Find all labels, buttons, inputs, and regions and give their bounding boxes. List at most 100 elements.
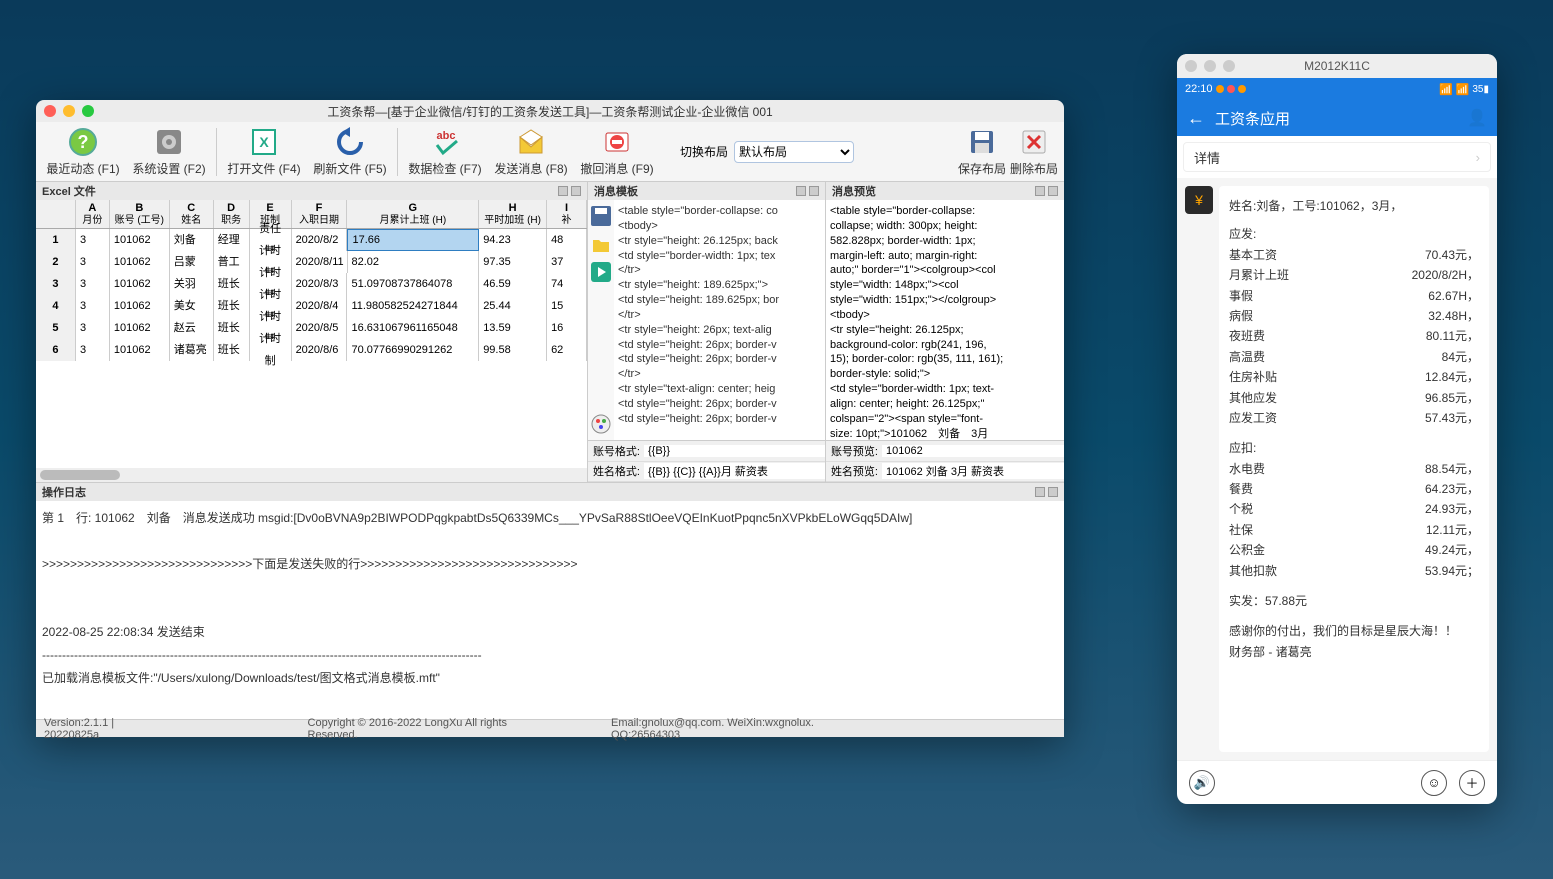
titlebar: 工资条帮—[基于企业微信/钉钉的工资条发送工具]—工资条帮测试企业-企业微信 0… [36, 100, 1064, 122]
column-header[interactable]: G月累计上班 (H) [347, 200, 479, 228]
panel-close-icon[interactable] [571, 186, 581, 196]
payslip-row: 高温费84元， [1229, 347, 1479, 367]
log-title: 操作日志 [42, 484, 86, 500]
payslip-row: 住房补贴12.84元， [1229, 367, 1479, 387]
help-icon: ? [67, 126, 99, 158]
name-preview: 101062 刘备 3月 薪资表 [882, 463, 1064, 479]
refresh-icon [334, 126, 366, 158]
refresh-button[interactable]: 刷新文件 (F5) [307, 123, 393, 181]
column-header[interactable]: D职务 [214, 200, 250, 228]
detail-bar[interactable]: 详情 › [1183, 142, 1491, 172]
status-bar: Version:2.1.1 | 20220825a Copyright © 20… [36, 719, 1064, 737]
contact-text: Email:gnolux@qq.com. WeiXin:wxgnolux. QQ… [611, 717, 876, 741]
payslip-row: 其他应发96.85元， [1229, 388, 1479, 408]
recent-button[interactable]: ? 最近动态 (F1) [40, 123, 126, 181]
save-layout-button[interactable]: 保存布局 [956, 123, 1008, 181]
payslip-row: 水电费88.54元， [1229, 459, 1479, 479]
svg-text:?: ? [78, 132, 89, 152]
template-panel: 消息模板 <table style="border-collapse: co <… [588, 182, 826, 482]
open-tmpl-icon[interactable] [591, 234, 611, 254]
delete-layout-icon [1018, 126, 1050, 158]
signal-icon: 📶 [1439, 83, 1453, 96]
excel-panel: Excel 文件 A月份B账号 (工号)C姓名D职务E班制F入职日期G月累计上班… [36, 182, 588, 482]
column-header[interactable]: H平时加班 (H) [479, 200, 547, 228]
payslip-row: 其他扣款53.94元； [1229, 561, 1479, 581]
template-title: 消息模板 [594, 183, 638, 199]
avatar: ¥ [1185, 186, 1213, 214]
open-file-button[interactable]: X 打开文件 (F4) [221, 123, 307, 181]
send-button[interactable]: 发送消息 (F8) [488, 123, 574, 181]
column-header[interactable]: F入职日期 [292, 200, 348, 228]
delete-layout-button[interactable]: 删除布局 [1008, 123, 1060, 181]
window-title: 工资条帮—[基于企业微信/钉钉的工资条发送工具]—工资条帮测试企业-企业微信 0… [36, 103, 1064, 120]
payslip-row: 基本工资70.43元， [1229, 245, 1479, 265]
notif-icon [1238, 85, 1246, 93]
payslip-row: 公积金49.24元， [1229, 540, 1479, 560]
template-source[interactable]: <table style="border-collapse: co <tbody… [614, 200, 825, 440]
layout-select[interactable]: 默认布局 [734, 141, 854, 163]
mail-icon [515, 126, 547, 158]
phone-status-bar: 22:10 📶📶35▮ [1177, 78, 1497, 100]
phone-app-title: 工资条应用 [1215, 108, 1457, 129]
column-header[interactable]: I补 [547, 200, 587, 228]
column-header[interactable]: C姓名 [170, 200, 214, 228]
abc-check-icon: abc [429, 126, 461, 158]
notif-icon [1227, 85, 1235, 93]
payslip-row: 病假32.48H， [1229, 306, 1479, 326]
svg-text:X: X [259, 134, 269, 150]
save-tmpl-icon[interactable] [591, 206, 611, 226]
column-header[interactable]: B账号 (工号) [110, 200, 170, 228]
column-header[interactable]: A月份 [76, 200, 110, 228]
payslip-row: 应发工资57.43元， [1229, 408, 1479, 428]
panel-min-icon[interactable] [558, 186, 568, 196]
data-grid[interactable]: A月份B账号 (工号)C姓名D职务E班制F入职日期G月累计上班 (H)H平时加班… [36, 200, 587, 482]
add-icon[interactable]: ＋ [1459, 770, 1485, 796]
alarm-icon [1216, 85, 1224, 93]
gear-icon [153, 126, 185, 158]
layout-label: 切换布局 [680, 143, 728, 160]
main-window: 工资条帮—[基于企业微信/钉钉的工资条发送工具]—工资条帮测试企业-企业微信 0… [36, 100, 1064, 737]
svg-text:abc: abc [437, 130, 456, 142]
recall-button[interactable]: 撤回消息 (F9) [574, 123, 660, 181]
recall-icon [601, 126, 633, 158]
palette-tmpl-icon[interactable] [591, 414, 611, 434]
toolbar: ? 最近动态 (F1) 系统设置 (F2) X 打开文件 (F4) 刷新文件 (… [36, 122, 1064, 182]
xls-icon: X [248, 126, 280, 158]
horizontal-scrollbar[interactable] [36, 468, 587, 482]
phone-window-title: M2012K11C [1177, 59, 1497, 73]
preview-source: <table style="border-collapse: collapse;… [826, 200, 1064, 440]
version-text: Version:2.1.1 | 20220825a [44, 717, 168, 741]
play-tmpl-icon[interactable] [591, 262, 611, 282]
payslip-row: 个税24.93元， [1229, 499, 1479, 519]
table-row[interactable]: 33101062关羽班长计时制2020/8/351.09708737864078… [36, 273, 587, 295]
settings-button[interactable]: 系统设置 (F2) [126, 123, 212, 181]
chevron-right-icon: › [1476, 150, 1480, 165]
chat-input-bar: 🔊 ☺ ＋ [1177, 760, 1497, 804]
payslip-row: 事假62.67H， [1229, 286, 1479, 306]
account-format-input[interactable]: {{B}} [644, 445, 825, 457]
table-row[interactable]: 23101062吕蒙普工计时制2020/8/1182.0297.3537 [36, 251, 587, 273]
payslip-row: 夜班费80.11元， [1229, 326, 1479, 346]
emoji-icon[interactable]: ☺ [1421, 770, 1447, 796]
log-body: 第 1 行: 101062 刘备 消息发送成功 msgid:[Dv0oBVNA9… [36, 501, 1064, 719]
payslip-message: 姓名:刘备，工号:101062，3月， 应发: 基本工资70.43元，月累计上班… [1219, 186, 1489, 752]
phone-app-header: ← 工资条应用 👤 [1177, 100, 1497, 136]
table-row[interactable]: 43101062美女班长计时制2020/8/411.98058252427184… [36, 295, 587, 317]
table-row[interactable]: 63101062诸葛亮班长计时制2020/8/670.0776699029126… [36, 339, 587, 361]
copyright-text: Copyright © 2016-2022 LongXu All rights … [308, 717, 551, 741]
table-row[interactable]: 13101062刘备经理责任制2020/8/217.6694.2348 [36, 229, 587, 251]
name-format-input[interactable]: {{B}} {{C}} {{A}}月 薪资表 [644, 463, 825, 479]
back-icon[interactable]: ← [1187, 108, 1205, 129]
chat-area: ¥ 姓名:刘备，工号:101062，3月， 应发: 基本工资70.43元，月累计… [1177, 178, 1497, 760]
data-check-button[interactable]: abc 数据检查 (F7) [402, 123, 488, 181]
phone-time: 22:10 [1185, 83, 1213, 95]
payslip-row: 月累计上班2020/8/2H， [1229, 265, 1479, 285]
phone-titlebar: M2012K11C [1177, 54, 1497, 78]
voice-icon[interactable]: 🔊 [1189, 770, 1215, 796]
wifi-icon: 📶 [1456, 83, 1470, 96]
table-row[interactable]: 53101062赵云班长计时制2020/8/516.63106796116504… [36, 317, 587, 339]
battery-icon: 35▮ [1472, 84, 1489, 95]
save-icon [966, 126, 998, 158]
phone-window: M2012K11C 22:10 📶📶35▮ ← 工资条应用 👤 详情 › ¥ 姓… [1177, 54, 1497, 804]
user-icon[interactable]: 👤 [1467, 108, 1487, 128]
